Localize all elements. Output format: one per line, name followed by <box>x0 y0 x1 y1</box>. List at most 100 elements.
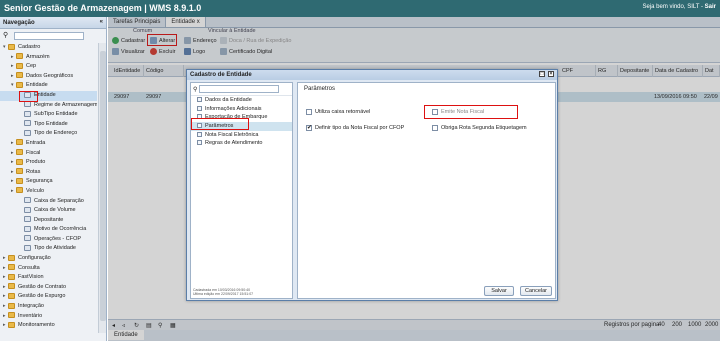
sidebar-item-label: Armazém <box>26 53 50 60</box>
sidebar-item[interactable]: ▸ Cep <box>0 62 97 72</box>
sidebar-item-label: Regime de Armazenagem <box>34 101 97 108</box>
dialog-menu-label: Informações Adicionais <box>205 105 262 112</box>
sidebar-item-label: Configuração <box>18 255 51 262</box>
sidebar-item-label: Operações - CFOP <box>34 235 82 242</box>
sidebar-item-label: Tipo de Atividade <box>34 245 76 252</box>
folder-icon <box>16 53 23 60</box>
obriga-rota-checkbox[interactable] <box>432 125 438 131</box>
sidebar-item-label: Segurança <box>26 178 53 185</box>
sidebar-item[interactable]: Tipo Entidade <box>0 120 97 130</box>
sidebar-item[interactable]: ▾ Entidade <box>0 81 97 91</box>
sidebar-item[interactable]: ▾ Cadastro <box>0 43 97 53</box>
sidebar-item-label: Gestão de Contrato <box>18 283 67 290</box>
sidebar-item[interactable]: Caixa de Volume <box>0 206 97 216</box>
page-icon <box>24 206 31 213</box>
page-icon <box>24 120 31 127</box>
sidebar-item[interactable]: ▸ Monitoramento <box>0 321 97 331</box>
page-icon <box>24 129 31 136</box>
sidebar-item-label: Tipo Entidade <box>34 120 68 127</box>
sidebar-item[interactable]: Operações - CFOP <box>0 235 97 245</box>
dialog-search-input[interactable] <box>199 85 280 93</box>
record-info: Cadastrada em 10/03/2016 09:50:40 Ultima… <box>193 288 253 296</box>
sidebar-item[interactable]: ▸ Armazém <box>0 53 97 63</box>
sidebar-item-label: Cep <box>26 63 37 70</box>
sidebar-item[interactable]: ▸ Veículo <box>0 187 97 197</box>
sidebar-item-label: Caixa de Separação <box>34 197 84 204</box>
sidebar-item[interactable]: ▸ Dados Geográficos <box>0 72 97 82</box>
sidebar-item[interactable]: ▸ FastVision <box>0 273 97 283</box>
folder-icon <box>16 168 23 175</box>
sidebar-item-label: Monitoramento <box>18 322 55 329</box>
navigation-sidebar: Navegação « ⚲ ▾ Cadastro ▸ Armazém ▸ Cep ▸ Dados… <box>0 17 107 341</box>
dialog-menu-label: Dados da Entidade <box>205 97 252 103</box>
sidebar-item[interactable]: ▸ Gestão de Contrato <box>0 283 97 293</box>
utiliza-caixa-option[interactable]: Utiliza caixa retornável <box>306 109 370 115</box>
utiliza-caixa-checkbox[interactable] <box>306 109 312 115</box>
sidebar-item-label: Integração <box>18 303 44 310</box>
welcome-text: Seja bem vindo, SILT - Sair <box>642 4 717 10</box>
section-title: Parâmetros <box>304 86 336 92</box>
sidebar-item[interactable]: Entidade <box>0 90 97 101</box>
sidebar-item[interactable]: ▸ Configuração <box>0 254 97 264</box>
close-icon[interactable]: × <box>548 71 554 77</box>
folder-icon <box>16 149 23 156</box>
dialog-title: Cadastro de Entidade <box>190 72 252 78</box>
folder-icon <box>8 302 15 309</box>
dialog-menu-item[interactable]: Informações Adicionais <box>191 105 292 114</box>
obriga-rota-option[interactable]: Obriga Rota Segunda Etiquetagem <box>432 125 527 131</box>
sidebar-item-label: Gestão de Expurgo <box>18 293 66 300</box>
sidebar-item[interactable]: ▸ Inventário <box>0 312 97 322</box>
sidebar-item[interactable]: Motivo de Ocorrência <box>0 225 97 235</box>
sidebar-item[interactable]: Tipo de Atividade <box>0 244 97 254</box>
dialog-menu-item[interactable]: Nota Fiscal Eletrônica <box>191 131 292 140</box>
sidebar-item[interactable]: ▸ Gestão de Expurgo <box>0 292 97 302</box>
page-icon <box>24 225 31 232</box>
sidebar-search: ⚲ <box>0 29 106 42</box>
dialog-menu: ⚲ Dados da Entidade Informações Adicionai… <box>190 82 293 299</box>
dialog-menu-item[interactable]: Dados da Entidade <box>191 96 292 105</box>
maximize-icon[interactable]: □ <box>539 71 545 77</box>
folder-icon <box>8 273 15 280</box>
save-button[interactable]: Salvar <box>484 286 514 296</box>
title-bar: Senior Gestão de Armazenagem | WMS 8.9.1… <box>0 0 720 17</box>
sidebar-item[interactable]: Caixa de Separação <box>0 197 97 207</box>
definir-cfop-checkbox[interactable]: ✔ <box>306 125 312 131</box>
page-icon <box>197 97 202 103</box>
sidebar-search-input[interactable] <box>14 31 84 40</box>
sidebar-item[interactable]: ▸ Integração <box>0 302 97 312</box>
sidebar-item[interactable]: ▸ Entrada <box>0 139 97 149</box>
sidebar-scrollbar[interactable] <box>98 43 106 333</box>
sidebar-item[interactable]: ▸ Consulta <box>0 264 97 274</box>
page-icon <box>24 101 31 108</box>
sidebar-header: Navegação « <box>0 17 106 29</box>
page-icon <box>197 105 202 111</box>
sidebar-item[interactable]: ▸ Produto <box>0 158 97 168</box>
logout-link[interactable]: Sair <box>705 4 716 10</box>
filter-icon[interactable]: ⚲ <box>3 32 11 40</box>
sidebar-item-label: Fiscal <box>26 149 41 156</box>
sidebar-item[interactable]: Regime de Armazenagem <box>0 101 97 111</box>
sidebar-item[interactable]: Tipo de Endereço <box>0 129 97 139</box>
collapse-icon[interactable]: « <box>100 19 103 25</box>
sidebar-item[interactable]: SubTipo Entidade <box>0 110 97 120</box>
sidebar-item-label: Dados Geográficos <box>26 72 74 79</box>
cancel-button[interactable]: Cancelar <box>520 286 552 296</box>
sidebar-item[interactable]: ▸ Fiscal <box>0 149 97 159</box>
folder-icon <box>16 62 23 69</box>
folder-icon <box>16 158 23 165</box>
parametros-panel: Parâmetros Utiliza caixa retornável ✔ Def… <box>297 82 556 299</box>
page-icon <box>24 216 31 223</box>
sidebar-item-label: Depositante <box>34 216 64 223</box>
sidebar-item[interactable]: Depositante <box>0 216 97 226</box>
sidebar-item[interactable]: ▸ Segurança <box>0 177 97 187</box>
page-icon <box>197 140 202 146</box>
folder-icon <box>8 254 15 261</box>
dialog-menu-label: Nota Fiscal Eletrônica <box>205 131 259 138</box>
filter-icon[interactable]: ⚲ <box>193 86 197 93</box>
highlight-entidade <box>19 91 38 102</box>
definir-cfop-option[interactable]: ✔ Definir tipo da Nota Fiscal por CFOP <box>306 125 404 131</box>
sidebar-item-label: Entidade <box>26 82 48 89</box>
sidebar-item[interactable]: ▸ Rotas <box>0 168 97 178</box>
scrollbar-thumb[interactable] <box>100 51 106 321</box>
dialog-menu-item[interactable]: Regras de Atendimento <box>191 139 292 148</box>
